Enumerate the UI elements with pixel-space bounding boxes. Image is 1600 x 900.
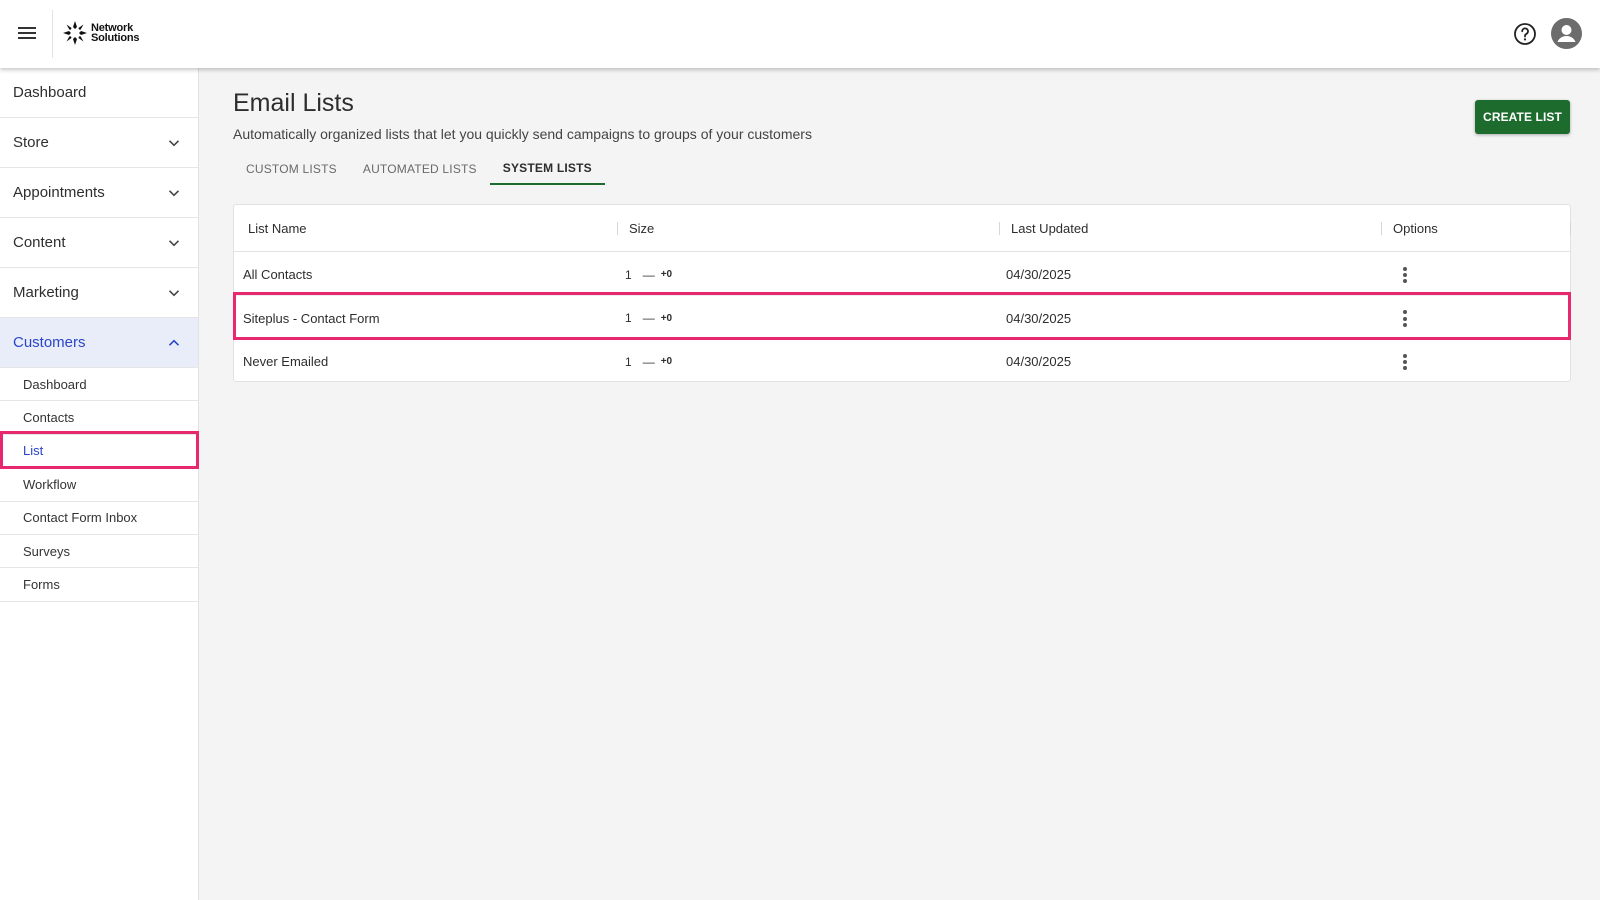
sidebar-item-label: Dashboard bbox=[13, 84, 87, 101]
list-name-cell[interactable]: Siteplus - Contact Form bbox=[243, 297, 380, 340]
create-list-button[interactable]: CREATE LIST bbox=[1475, 100, 1570, 134]
column-separator bbox=[999, 222, 1000, 235]
size-cell: 1 — +0 bbox=[625, 253, 672, 296]
top-bar: Network Solutions bbox=[0, 0, 1600, 68]
sidebar-item-marketing[interactable]: Marketing bbox=[0, 268, 198, 318]
size-cell: 1 — +0 bbox=[625, 297, 672, 340]
size-delta: +0 bbox=[660, 269, 673, 280]
column-header-options: Options bbox=[1393, 221, 1438, 236]
page-subtitle: Automatically organized lists that let y… bbox=[233, 126, 812, 142]
list-name-cell[interactable]: All Contacts bbox=[243, 253, 312, 296]
size-value: 1 bbox=[625, 354, 632, 369]
size-value: 1 bbox=[625, 267, 632, 282]
column-header-last-updated[interactable]: Last Updated bbox=[1011, 205, 1088, 252]
sidebar-subitem-contacts[interactable]: Contacts bbox=[0, 401, 198, 435]
topbar-divider bbox=[52, 10, 53, 58]
size-cell: 1 — +0 bbox=[625, 340, 672, 383]
chevron-down-icon bbox=[168, 290, 180, 297]
sidebar-subitem-label: Dashboard bbox=[23, 376, 87, 392]
sidebar-item-label: Appointments bbox=[13, 184, 105, 201]
sidebar-item-customers[interactable]: Customers bbox=[0, 318, 198, 368]
column-separator bbox=[1570, 222, 1571, 235]
chevron-up-icon bbox=[168, 339, 180, 346]
logo-line-2: Solutions bbox=[91, 32, 140, 44]
row-options-kebab-icon[interactable] bbox=[1395, 308, 1415, 330]
sidebar-item-label: Store bbox=[13, 134, 49, 151]
hamburger-menu-icon[interactable] bbox=[16, 24, 38, 44]
last-updated-cell: 04/30/2025 bbox=[1006, 354, 1072, 369]
chevron-down-icon bbox=[168, 240, 180, 247]
size-delta: +0 bbox=[660, 356, 673, 367]
sidebar-subitem-dashboard[interactable]: Dashboard bbox=[0, 368, 198, 402]
sidebar-item-appointments[interactable]: Appointments bbox=[0, 168, 198, 218]
size-trend-dash: — bbox=[642, 311, 655, 325]
help-question-icon[interactable] bbox=[1513, 22, 1537, 46]
logo-wordmark: Network Solutions bbox=[91, 23, 140, 44]
tab-system-lists[interactable]: SYSTEM LISTS bbox=[489, 153, 605, 185]
column-header-list-name[interactable]: List Name bbox=[248, 205, 307, 252]
user-avatar-icon[interactable] bbox=[1551, 18, 1582, 49]
sidebar-subitem-label: Contacts bbox=[23, 410, 75, 426]
sidebar-subitem-surveys[interactable]: Surveys bbox=[0, 535, 198, 569]
sidebar-item-dashboard[interactable]: Dashboard bbox=[0, 68, 198, 118]
sidebar-nav: Dashboard Store Appointments Content Mar… bbox=[0, 68, 199, 900]
list-name-cell[interactable]: Never Emailed bbox=[243, 340, 328, 383]
logo-mark-icon bbox=[63, 21, 87, 45]
sidebar-item-label: Customers bbox=[13, 334, 86, 351]
table-row[interactable]: Siteplus - Contact Form 1 — +0 04/30/202… bbox=[234, 297, 1570, 340]
table-header: List Name Size Last Updated Options bbox=[234, 205, 1571, 252]
row-options-kebab-icon[interactable] bbox=[1395, 264, 1415, 286]
sidebar-item-store[interactable]: Store bbox=[0, 118, 198, 168]
sidebar-subitem-forms[interactable]: Forms bbox=[0, 568, 198, 602]
chevron-down-icon bbox=[168, 190, 180, 197]
tab-automated-lists[interactable]: AUTOMATED LISTS bbox=[350, 153, 490, 185]
size-delta: +0 bbox=[660, 312, 673, 324]
page-title: Email Lists bbox=[233, 89, 354, 117]
list-tabs: CUSTOM LISTS AUTOMATED LISTS SYSTEM LIST… bbox=[233, 153, 605, 185]
tab-custom-lists[interactable]: CUSTOM LISTS bbox=[233, 153, 350, 185]
sidebar-subitem-label: Forms bbox=[23, 577, 60, 593]
table-row[interactable]: Never Emailed 1 — +0 04/30/2025 bbox=[234, 340, 1570, 383]
sidebar-item-label: Marketing bbox=[13, 284, 79, 301]
column-header-size[interactable]: Size bbox=[629, 205, 654, 252]
size-trend-dash: — bbox=[642, 354, 655, 369]
sidebar-subitem-list[interactable]: List bbox=[0, 435, 198, 469]
column-separator bbox=[617, 222, 618, 235]
row-options-kebab-icon[interactable] bbox=[1395, 351, 1415, 373]
network-solutions-logo[interactable]: Network Solutions bbox=[62, 18, 140, 48]
column-separator bbox=[1381, 222, 1382, 235]
sidebar-subitem-contact-form-inbox[interactable]: Contact Form Inbox bbox=[0, 502, 198, 535]
sidebar-subitem-label: Surveys bbox=[23, 543, 70, 559]
sidebar-subitem-label: Workflow bbox=[23, 476, 77, 492]
last-updated-cell: 04/30/2025 bbox=[1006, 310, 1072, 326]
table-row[interactable]: All Contacts 1 — +0 04/30/2025 bbox=[234, 253, 1570, 296]
sidebar-subitem-label: List bbox=[23, 443, 44, 459]
size-value: 1 bbox=[625, 311, 632, 325]
sidebar-item-content[interactable]: Content bbox=[0, 218, 198, 268]
chevron-down-icon bbox=[168, 140, 180, 147]
sidebar-subitem-label: Contact Form Inbox bbox=[23, 510, 138, 526]
last-updated-cell: 04/30/2025 bbox=[1006, 267, 1072, 282]
email-lists-table: List Name Size Last Updated Options All … bbox=[233, 204, 1571, 382]
sidebar-item-label: Content bbox=[13, 234, 66, 251]
sidebar-subitem-workflow[interactable]: Workflow bbox=[0, 468, 198, 502]
size-trend-dash: — bbox=[642, 267, 655, 282]
